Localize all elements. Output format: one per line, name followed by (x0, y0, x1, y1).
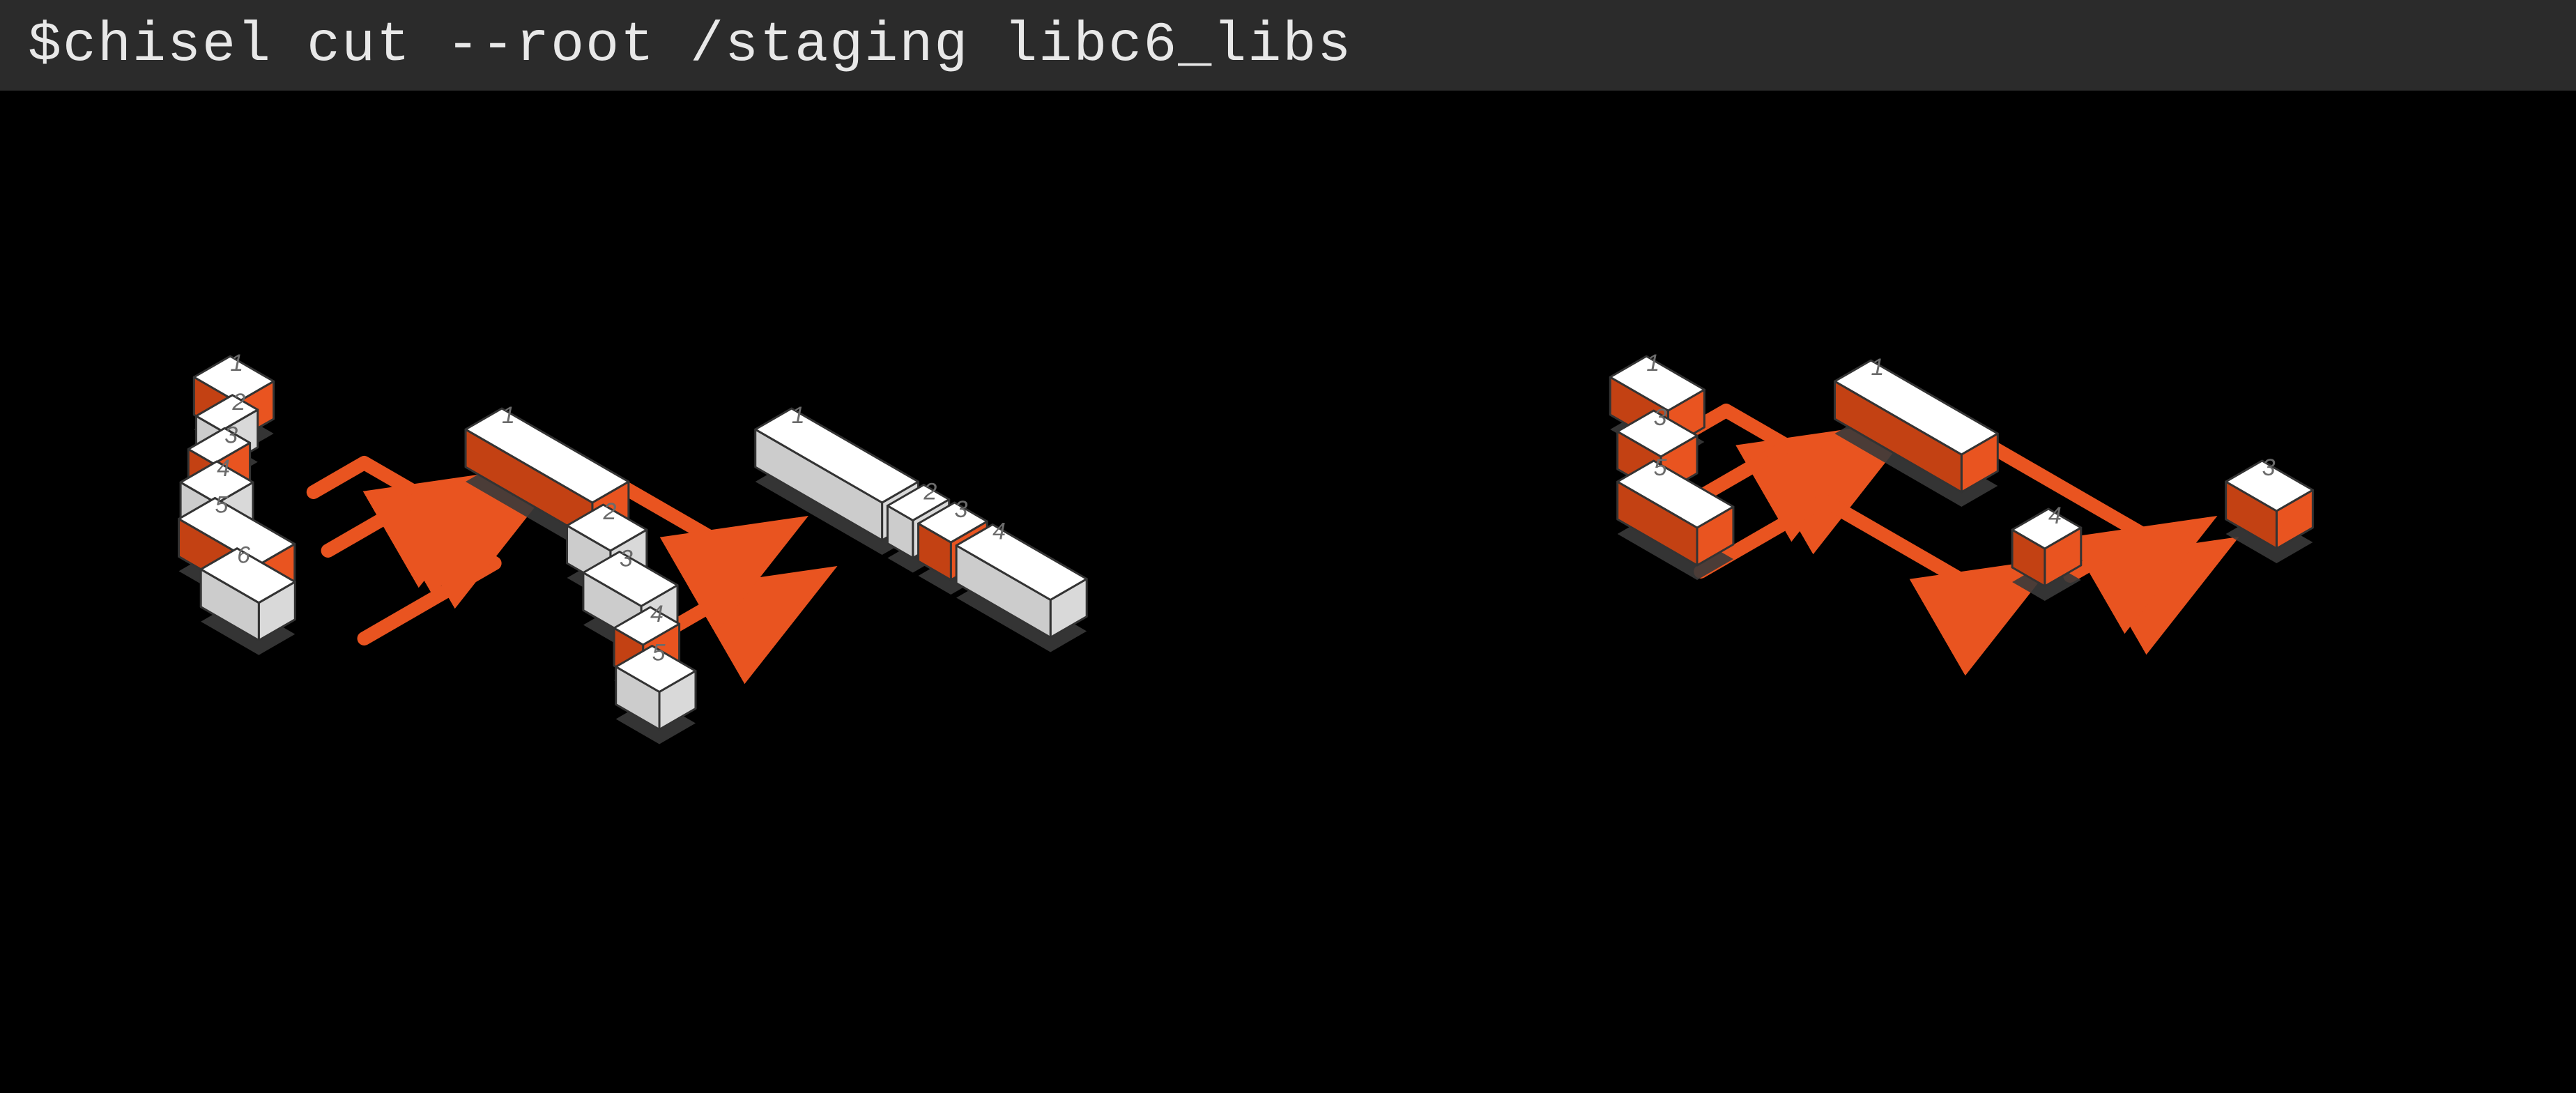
left-a-3-label: 3 (224, 422, 238, 448)
left-b-2-label: 2 (602, 498, 616, 525)
right-c-3-label: 3 (2262, 454, 2276, 481)
left-a-1-label: 1 (230, 350, 243, 376)
right-a-1-label: 1 (1646, 350, 1659, 376)
terminal-command: $ chisel cut --root /staging libc6_libs (0, 0, 2576, 91)
left-c-3-label: 3 (955, 496, 968, 523)
command-text: chisel cut --root /staging libc6_libs (63, 14, 1352, 77)
left-a-4-label: 4 (217, 455, 230, 482)
dependency-arrow (328, 492, 502, 551)
right-b-4-label: 4 (2048, 503, 2062, 529)
right-a-3-label: 3 (1654, 404, 1667, 431)
left-a-6-label: 6 (237, 542, 250, 569)
isometric-diagram: 123412345123456 314135 (0, 91, 2576, 1093)
dependency-arrow (2070, 542, 2215, 576)
shell-prompt: $ (28, 14, 63, 77)
dependency-arrow (365, 505, 524, 639)
left-c-1-label: 1 (792, 402, 805, 429)
left-b-4-label: 4 (650, 601, 664, 627)
left-b-1-label: 1 (502, 402, 515, 429)
right-a-5-label: 5 (1654, 454, 1667, 481)
left-b-3-label: 3 (620, 546, 633, 572)
left-a-2-label: 2 (231, 389, 245, 415)
left-b-5-label: 5 (652, 640, 666, 666)
diagram-area: 123412345123456 314135 (0, 91, 2576, 1093)
dependency-arrow (1701, 500, 2034, 597)
left-a-5-label: 5 (215, 491, 228, 518)
left-c-4-label: 4 (992, 519, 1006, 545)
left-c-2-label: 2 (923, 479, 937, 505)
right-b-1-label: 1 (1871, 354, 1884, 381)
